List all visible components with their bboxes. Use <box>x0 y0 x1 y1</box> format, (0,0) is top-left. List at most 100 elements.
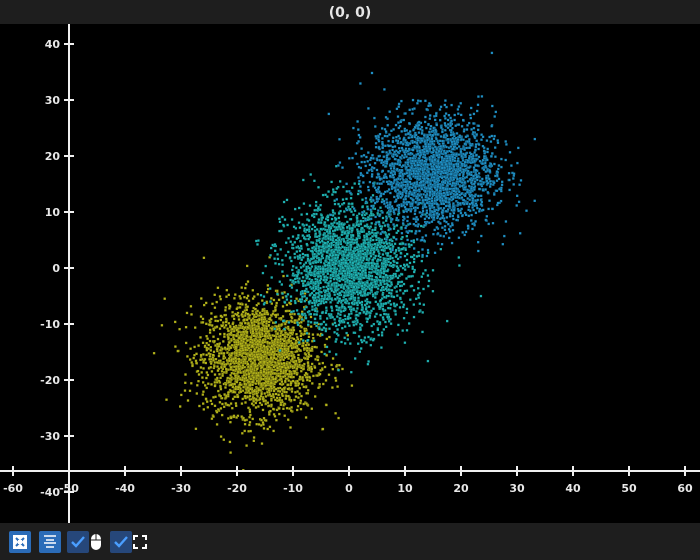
scatter-point <box>218 348 222 352</box>
scatter-point <box>283 344 286 348</box>
scatter-point <box>278 382 282 386</box>
scatter-point <box>251 327 254 331</box>
scatter-point <box>262 399 266 403</box>
scatter-point <box>212 415 215 418</box>
scatter-point <box>289 409 293 412</box>
scatter-point <box>343 342 347 345</box>
scatter-point <box>321 193 325 197</box>
scatter-point <box>298 375 302 379</box>
scatter-point <box>260 313 264 317</box>
scatter-point <box>377 284 381 287</box>
scatter-point <box>216 319 220 323</box>
scatter-point <box>260 349 264 352</box>
scatter-point <box>397 246 400 250</box>
scatter-point <box>304 371 308 375</box>
scatter-point <box>229 383 233 387</box>
scatter-point <box>379 288 383 292</box>
scatter-point <box>313 252 316 256</box>
scatter-point <box>219 435 223 438</box>
scatter-point <box>372 307 375 311</box>
scatter-point <box>337 224 341 228</box>
scatter-point <box>257 423 261 426</box>
scatter-point <box>277 344 281 347</box>
scatter-point <box>237 359 241 363</box>
scatter-point <box>300 366 303 370</box>
scatter-point <box>298 378 301 381</box>
scatter-point <box>382 312 386 316</box>
scatter-point <box>237 385 241 389</box>
scatter-point <box>370 231 374 234</box>
scatter-point <box>334 411 337 415</box>
scatter-point <box>196 369 200 373</box>
scatter-point <box>304 314 307 318</box>
scatter-point <box>331 238 335 242</box>
scatter-plot[interactable]: -60 -50 -40 -30 -20 -10 0 10 20 30 40 50 60403020100… <box>0 24 700 523</box>
scatter-point <box>316 358 320 362</box>
scatter-point <box>378 305 382 309</box>
scatter-point <box>366 293 370 296</box>
scatter-point <box>350 255 354 259</box>
scatter-point <box>334 217 338 221</box>
scatter-point <box>284 241 288 245</box>
scatter-point <box>395 294 399 297</box>
scatter-point <box>308 225 311 229</box>
scatter-point <box>268 334 272 337</box>
scatter-point <box>337 264 341 267</box>
scatter-point <box>294 280 297 284</box>
scatter-point <box>284 377 288 381</box>
scatter-point <box>279 358 282 362</box>
scatter-point <box>376 287 380 290</box>
scatter-point <box>367 360 370 363</box>
scatter-point <box>280 258 284 262</box>
scatter-point <box>368 301 372 304</box>
scatter-point <box>445 319 449 323</box>
scatter-point <box>352 241 356 245</box>
scatter-point <box>412 239 416 242</box>
scatter-point <box>397 249 401 252</box>
scatter-point <box>269 409 272 413</box>
scatter-point <box>418 291 422 295</box>
scatter-point <box>299 320 303 324</box>
scatter-point <box>262 344 266 348</box>
scatter-point <box>388 247 392 251</box>
scatter-point <box>392 236 396 239</box>
scatter-point <box>345 331 348 335</box>
scatter-point <box>286 418 290 422</box>
scatter-point <box>227 336 230 340</box>
scatter-point <box>364 274 368 278</box>
scatter-point <box>296 323 300 327</box>
scatter-point <box>265 290 269 294</box>
scatter-point <box>380 333 384 337</box>
scatter-point <box>194 359 198 363</box>
scatter-point <box>274 308 277 312</box>
scatter-point <box>300 279 304 283</box>
scatter-point <box>173 345 177 348</box>
scatter-point <box>412 260 416 264</box>
scatter-point <box>277 398 281 402</box>
scatter-point <box>313 345 317 349</box>
scatter-point <box>240 346 244 350</box>
scatter-point <box>401 242 405 245</box>
scatter-point <box>306 323 310 327</box>
scatter-point <box>220 402 224 406</box>
scatter-point <box>281 263 284 267</box>
scatter-point <box>307 335 311 339</box>
scatter-point <box>394 255 398 259</box>
scatter-point <box>369 282 373 286</box>
scatter-point <box>261 387 265 390</box>
scatter-point <box>276 340 279 344</box>
scatter-point <box>206 382 210 386</box>
scatter-point <box>281 296 285 299</box>
scatter-point <box>277 412 281 416</box>
scatter-point <box>306 361 310 365</box>
scatter-point <box>244 401 247 404</box>
scatter-point <box>367 245 370 248</box>
scatter-point <box>371 338 375 342</box>
scatter-point <box>370 221 374 225</box>
scatter-point <box>293 207 297 211</box>
scatter-point <box>265 357 269 360</box>
scatter-point <box>360 213 364 217</box>
scatter-point <box>256 242 259 246</box>
scatter-point <box>255 353 259 357</box>
scatter-point <box>345 234 349 238</box>
